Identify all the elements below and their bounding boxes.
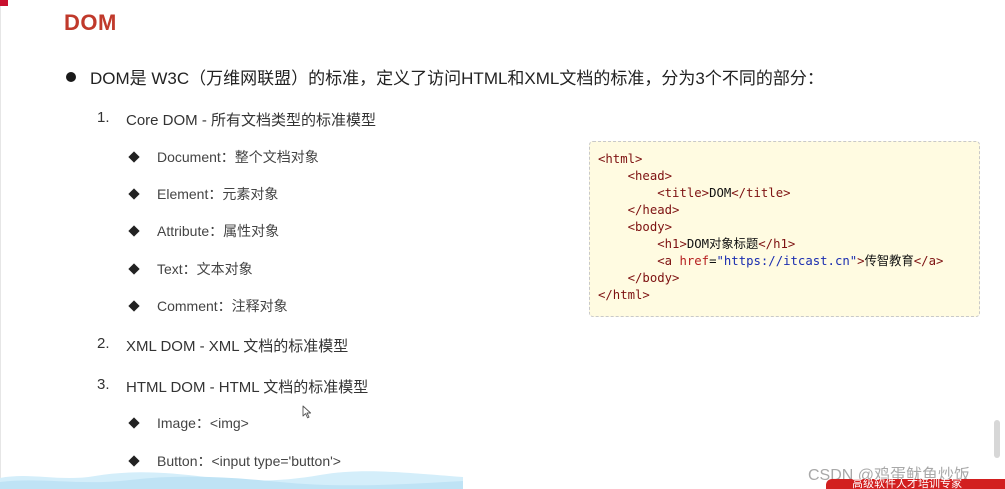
code-line: <head> (598, 168, 979, 185)
left-edge-line (0, 0, 1, 489)
corner-mark (0, 0, 8, 6)
code-line: <h1>DOM对象标题</h1> (598, 236, 979, 253)
code-text: DOM (709, 186, 732, 200)
diamond-bullet-icon (128, 300, 140, 312)
code-tag: <html> (598, 152, 643, 166)
code-tag: </head> (627, 203, 680, 217)
code-string: "https://itcast.cn" (716, 254, 858, 268)
section-label: XML DOM - XML 文档的标准模型 (126, 338, 349, 355)
code-tag: <body> (627, 220, 673, 234)
ribbon-text: 高级软件人才培训专家 (852, 479, 962, 489)
code-attr: href (679, 254, 710, 268)
list-item-text: Element：元素对象 (157, 186, 279, 202)
diamond-bullet-icon (128, 151, 140, 163)
section-html-dom: 3. HTML DOM - HTML 文档的标准模型 (97, 376, 368, 397)
diamond-bullet-icon (128, 455, 140, 467)
code-text: DOM对象标题 (686, 237, 759, 251)
code-line: </body> (598, 270, 979, 287)
code-line: <title>DOM</title> (598, 185, 979, 202)
list-item-image: Image：<img> (128, 413, 249, 433)
list-item-text: Document：整个文档对象 (157, 149, 319, 165)
cursor-arrow-icon (302, 405, 312, 419)
main-bullet: DOM是 W3C（万维网联盟）的标准，定义了访问HTML和XML文档的标准，分为… (66, 64, 824, 89)
diamond-bullet-icon (128, 225, 140, 237)
brand-ribbon: 高级软件人才培训专家 (826, 479, 1005, 489)
code-tag: <head> (627, 169, 673, 183)
diamond-bullet-icon (128, 188, 140, 200)
list-item-text: Comment：注释对象 (157, 298, 288, 314)
code-tag: </title> (731, 186, 791, 200)
code-line: <body> (598, 219, 979, 236)
section-number: 3. (97, 376, 110, 393)
code-line: <html> (598, 151, 979, 168)
page-title: DOM (64, 10, 117, 35)
list-item-text: Image：<img> (157, 415, 249, 431)
code-tag: </html> (598, 288, 650, 302)
list-item-element: Element：元素对象 (128, 184, 279, 204)
list-item-text: Text：文本对象 (157, 261, 253, 277)
code-text: 传智教育 (864, 254, 914, 268)
list-item-document: Document：整个文档对象 (128, 147, 319, 167)
list-item-text-object: Text：文本对象 (128, 259, 253, 279)
section-label: HTML DOM - HTML 文档的标准模型 (126, 379, 369, 396)
scrollbar-thumb[interactable] (994, 420, 1000, 458)
section-core-dom: 1. Core DOM - 所有文档类型的标准模型 (97, 109, 376, 130)
code-line: <a href="https://itcast.cn">传智教育</a> (598, 253, 979, 270)
list-item-text: Attribute：属性对象 (157, 223, 280, 239)
code-line: </html> (598, 287, 979, 304)
code-tag: <title> (657, 186, 710, 200)
section-number: 1. (97, 109, 110, 126)
decorative-wave (0, 471, 463, 489)
diamond-bullet-icon (128, 263, 140, 275)
list-item-attribute: Attribute：属性对象 (128, 221, 280, 241)
code-tag: <a (657, 254, 680, 268)
code-tag: > (857, 254, 865, 268)
code-tag: </a> (913, 254, 944, 268)
section-xml-dom: 2. XML DOM - XML 文档的标准模型 (97, 335, 348, 356)
section-label: Core DOM - 所有文档类型的标准模型 (126, 112, 377, 129)
list-item-comment: Comment：注释对象 (128, 296, 288, 316)
code-tag: <h1> (657, 237, 687, 251)
section-number: 2. (97, 335, 110, 352)
code-tag: </body> (627, 271, 680, 285)
bullet-dot-icon (66, 71, 76, 82)
diamond-bullet-icon (128, 417, 140, 429)
code-tag: </h1> (758, 237, 796, 251)
code-line: </head> (598, 202, 979, 219)
main-bullet-text: DOM是 W3C（万维网联盟）的标准，定义了访问HTML和XML文档的标准，分为… (90, 69, 824, 88)
code-example-box: <html> <head> <title>DOM</title> </head>… (589, 141, 980, 317)
